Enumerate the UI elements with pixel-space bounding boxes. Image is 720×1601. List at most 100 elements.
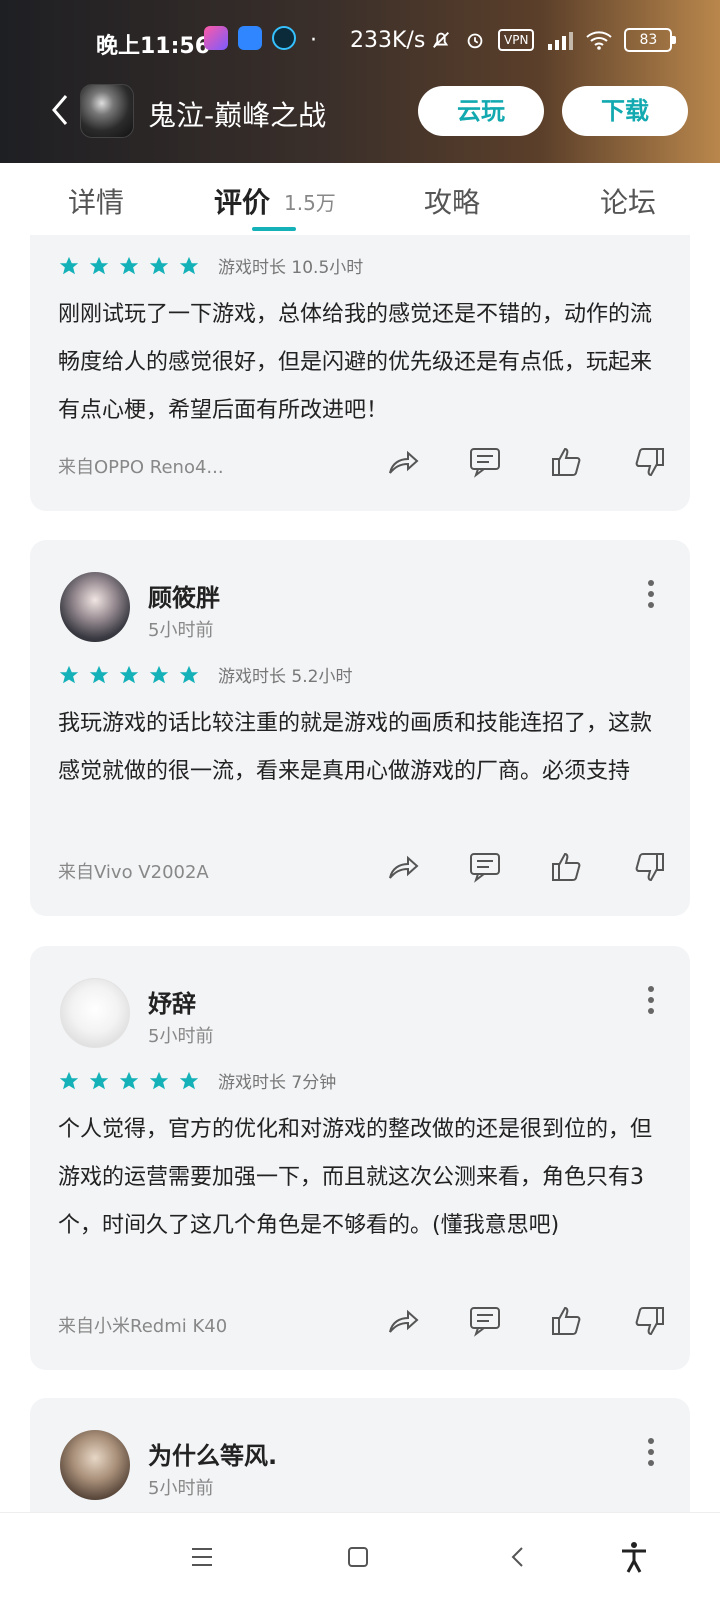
star-icon <box>89 665 109 683</box>
network-speed: 233K/s <box>350 28 426 53</box>
star-icon <box>149 256 169 274</box>
back-arrow-icon <box>52 95 68 125</box>
username[interactable]: 为什么等风. <box>148 1436 277 1471</box>
dislike-button[interactable] <box>632 445 666 479</box>
share-button[interactable] <box>386 850 420 884</box>
thumbs-up-icon <box>552 852 581 881</box>
dislike-button[interactable] <box>632 850 666 884</box>
status-app-icons <box>204 26 296 50</box>
user-avatar[interactable] <box>60 978 130 1048</box>
review-card: 顾筱胖 5小时前 游戏时长 5.2小时 我玩游戏的话比较注重的就是游戏的画质和技… <box>30 540 690 916</box>
tab-reviews[interactable]: 评价 <box>214 181 270 221</box>
app-header: 晚上11:56 · 233K/s VPN 83 鬼泣-巅峰之战 云玩 下载 <box>0 0 720 163</box>
tab-details[interactable]: 详情 <box>68 181 124 221</box>
rating-row: 游戏时长 5.2小时 <box>58 662 352 687</box>
chat-app-icon <box>238 26 262 50</box>
back-icon <box>511 1547 523 1567</box>
more-options-button[interactable] <box>648 580 656 613</box>
dot-icon <box>648 1438 654 1444</box>
user-avatar[interactable] <box>60 572 130 642</box>
share-button[interactable] <box>386 1304 420 1338</box>
vpn-badge: VPN <box>498 29 535 51</box>
share-button[interactable] <box>386 445 420 479</box>
star-icon <box>149 665 169 683</box>
like-button[interactable] <box>550 1304 584 1338</box>
mute-icon <box>433 32 449 48</box>
comment-button[interactable] <box>468 445 502 479</box>
comment-icon <box>470 448 500 478</box>
dot-icon <box>648 1449 654 1455</box>
star-icon <box>59 256 79 274</box>
review-card: 游戏时长 10.5小时 刚刚试玩了一下游戏，总体给我的感觉还是不错的，动作的流畅… <box>30 235 690 511</box>
like-button[interactable] <box>550 850 584 884</box>
signal-icon <box>548 32 574 50</box>
thumbs-up-icon <box>552 447 581 476</box>
posted-time: 5小时前 <box>148 620 214 641</box>
system-back-button[interactable] <box>500 1539 536 1575</box>
video-app-icon <box>204 26 228 50</box>
review-text: 我玩游戏的话比较注重的就是游戏的画质和技能连招了，这款感觉就做的很一流，看来是真… <box>58 711 653 784</box>
thumbs-down-icon <box>635 1307 664 1336</box>
tab-forum[interactable]: 论坛 <box>600 181 656 221</box>
more-options-button[interactable] <box>648 986 656 1019</box>
more-options-button[interactable] <box>648 1438 656 1471</box>
star-icon <box>119 665 139 683</box>
thumbs-down-icon <box>635 853 664 882</box>
status-bar: 晚上11:56 · 233K/s VPN 83 <box>0 20 720 64</box>
star-icon <box>179 256 199 274</box>
star-icon <box>149 1071 169 1089</box>
menu-button[interactable] <box>184 1539 220 1575</box>
star-icon <box>119 256 139 274</box>
share-icon <box>389 855 419 879</box>
download-button[interactable]: 下载 <box>562 86 688 136</box>
review-card: 为什么等风. 5小时前 <box>30 1398 690 1512</box>
circle-app-icon <box>272 26 296 50</box>
status-dot: · <box>310 28 317 53</box>
status-time: 晚上11:56 <box>96 34 211 59</box>
star-icon <box>179 665 199 683</box>
tab-guides[interactable]: 攻略 <box>424 181 480 221</box>
posted-time: 5小时前 <box>148 1478 214 1499</box>
share-icon <box>389 450 419 474</box>
cloud-play-button[interactable]: 云玩 <box>418 86 544 136</box>
comment-button[interactable] <box>468 850 502 884</box>
star-icon <box>179 1071 199 1089</box>
system-navigation-bar <box>0 1512 720 1601</box>
review-actions <box>386 850 666 884</box>
alarm-icon <box>467 33 483 49</box>
back-button[interactable] <box>44 88 78 132</box>
comment-icon <box>470 1307 500 1337</box>
dislike-button[interactable] <box>632 1304 666 1338</box>
playtime: 游戏时长 10.5小时 <box>218 258 364 278</box>
username[interactable]: 顾筱胖 <box>148 578 220 613</box>
dot-icon <box>648 1460 654 1466</box>
posted-time: 5小时前 <box>148 1026 214 1047</box>
accessibility-button[interactable] <box>616 1539 652 1575</box>
review-actions <box>386 1304 666 1338</box>
user-avatar[interactable] <box>60 1430 130 1500</box>
star-icon <box>59 665 79 683</box>
menu-icon <box>192 1548 212 1566</box>
star-icon <box>59 1071 79 1089</box>
username[interactable]: 妤辞 <box>148 984 196 1019</box>
home-button[interactable] <box>340 1539 376 1575</box>
device-info: 来自Vivo V2002A <box>58 862 209 883</box>
tab-reviews-count: 1.5万 <box>284 191 336 215</box>
review-text: 刚刚试玩了一下游戏，总体给我的感觉还是不错的，动作的流畅度给人的感觉很好，但是闪… <box>58 302 653 423</box>
review-actions <box>386 445 666 479</box>
dot-icon <box>648 986 654 992</box>
dot-icon <box>648 1008 654 1014</box>
tab-bar: 详情 评价 1.5万 攻略 论坛 <box>0 163 720 235</box>
like-button[interactable] <box>550 445 584 479</box>
review-card: 妤辞 5小时前 游戏时长 7分钟 个人觉得，官方的优化和对游戏的整改做的还是很到… <box>30 946 690 1370</box>
accessibility-icon <box>622 1542 646 1573</box>
game-title: 鬼泣-巅峰之战 <box>148 99 327 132</box>
review-text: 个人觉得，官方的优化和对游戏的整改做的还是很到位的，但游戏的运营需要加强一下，而… <box>58 1117 653 1238</box>
device-info: 来自小米Redmi K40 <box>58 1316 228 1337</box>
battery-indicator: 83 <box>624 28 677 52</box>
playtime: 游戏时长 7分钟 <box>218 1073 337 1093</box>
device-info: 来自OPPO Reno4... <box>58 457 224 478</box>
game-icon <box>80 84 134 138</box>
comment-button[interactable] <box>468 1304 502 1338</box>
star-icon <box>89 256 109 274</box>
